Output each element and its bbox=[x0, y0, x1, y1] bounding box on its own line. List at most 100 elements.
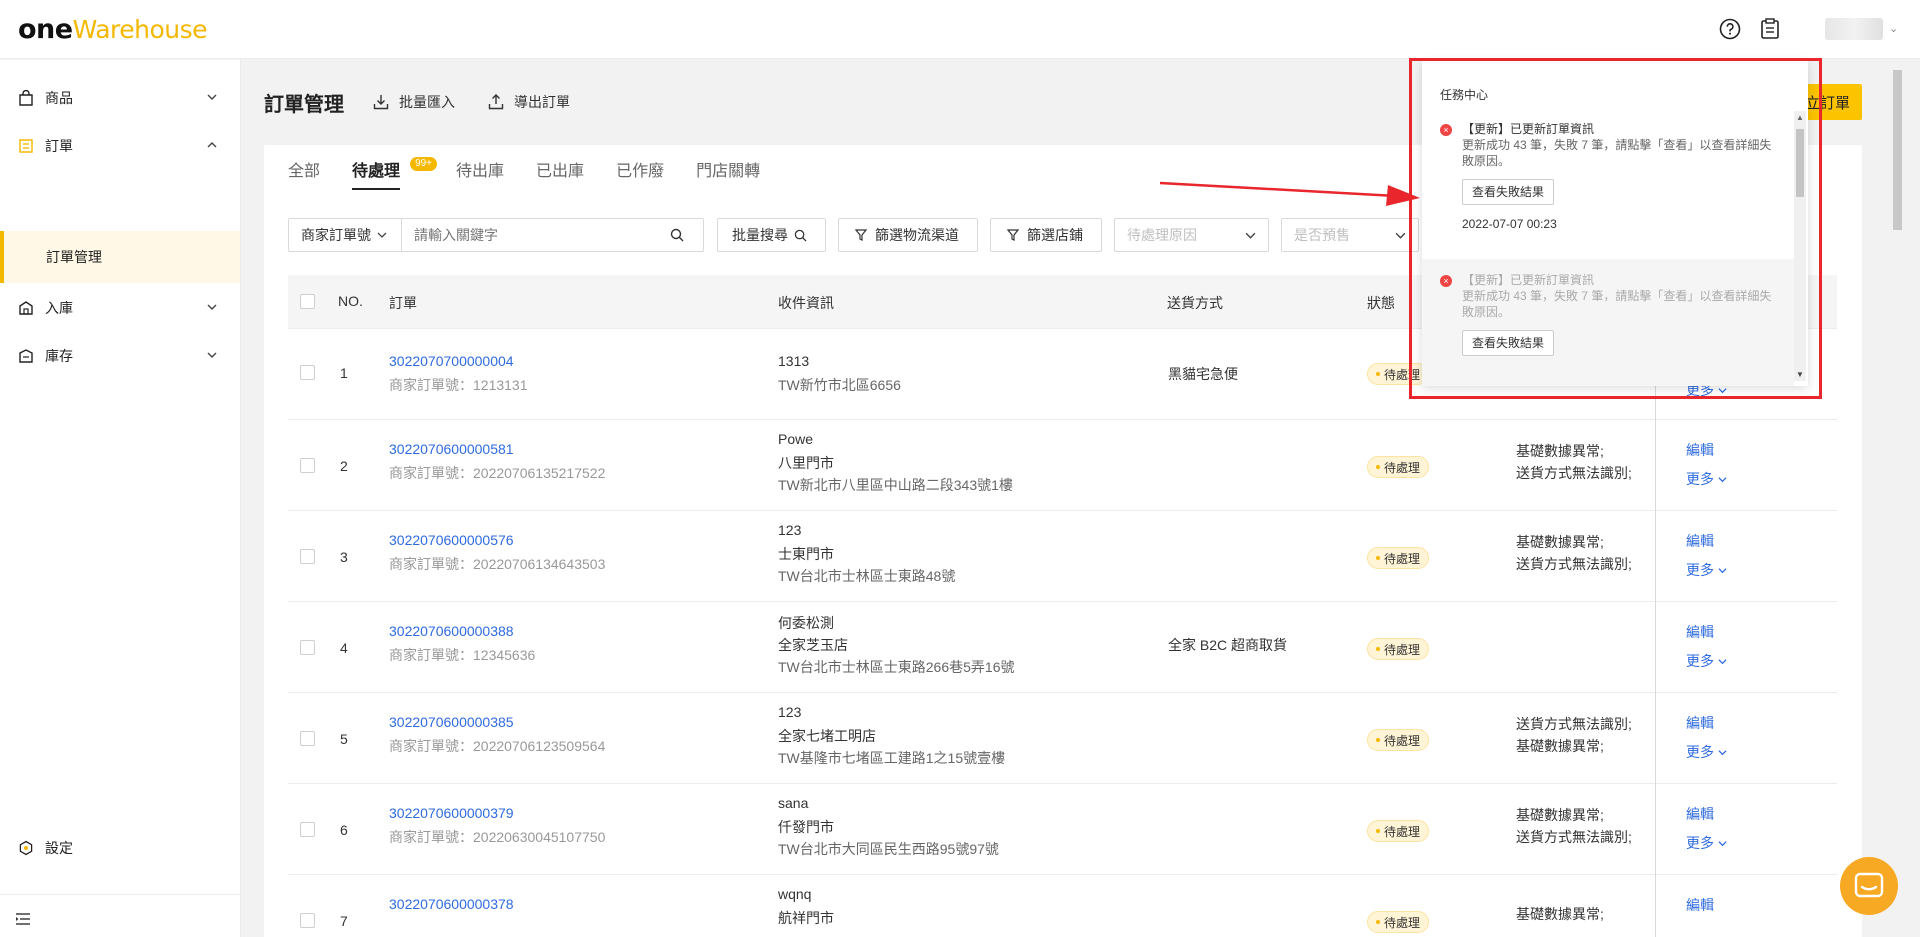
recipient-address: TW新竹市北區6656 bbox=[778, 377, 901, 393]
sidebar-item-inventory[interactable]: 庫存 bbox=[0, 334, 240, 378]
column-header-status: 狀態 bbox=[1367, 295, 1395, 311]
recipient-address: TW新北市八里區中山路二段343號1樓 bbox=[778, 477, 1013, 493]
table-row[interactable]: 3 3022070600000576 商家訂單號：202207061346435… bbox=[288, 511, 1837, 602]
select-all-checkbox[interactable] bbox=[300, 294, 315, 309]
top-header: oneWarehouse ⌄ bbox=[0, 0, 1920, 59]
chevron-down-icon bbox=[206, 300, 218, 316]
search-icon[interactable] bbox=[670, 228, 684, 242]
sidebar-item-products[interactable]: 商品 bbox=[0, 76, 240, 120]
sidebar-item-order-management[interactable]: 訂單管理 bbox=[0, 231, 240, 283]
app-logo[interactable]: oneWarehouse bbox=[18, 12, 208, 47]
edit-link[interactable]: 編輯 bbox=[1686, 440, 1714, 460]
table-row[interactable]: 4 3022070600000388 商家訂單號：12345636 何委松測 全… bbox=[288, 602, 1837, 693]
sidebar-item-inbound[interactable]: 入庫 bbox=[0, 286, 240, 330]
more-menu[interactable]: 更多 bbox=[1686, 469, 1727, 489]
chevron-down-icon bbox=[1718, 477, 1727, 483]
status-badge: 待處理 bbox=[1367, 638, 1430, 660]
merchant-order-no: 商家訂單號：20220706134643503 bbox=[389, 556, 606, 572]
bulk-import-button[interactable]: 批量匯入 bbox=[373, 92, 455, 112]
order-link[interactable]: 3022070700000004 bbox=[389, 353, 514, 369]
recipient-name: wqnq bbox=[778, 886, 812, 902]
divider bbox=[0, 894, 240, 895]
filter-icon bbox=[1007, 229, 1019, 241]
logistics-filter-button[interactable]: 篩選物流渠道 bbox=[838, 218, 978, 252]
tab-store-closed[interactable]: 門店關轉 bbox=[696, 160, 760, 190]
recipient-store: 八里門市 bbox=[778, 455, 834, 471]
collapse-menu-icon[interactable] bbox=[16, 912, 30, 928]
pending-reason: 送貨方式無法識別; bbox=[1516, 556, 1632, 572]
download-icon bbox=[373, 95, 389, 110]
table-row[interactable]: 2 3022070600000581 商家訂單號：202207061352175… bbox=[288, 420, 1837, 511]
edit-link[interactable]: 編輯 bbox=[1686, 622, 1714, 642]
chevron-up-icon bbox=[206, 138, 218, 154]
table-row[interactable]: 5 3022070600000385 商家訂單號：202207061235095… bbox=[288, 693, 1837, 784]
status-badge: 待處理 bbox=[1367, 456, 1430, 478]
tab-pending[interactable]: 待處理 99+ bbox=[352, 157, 438, 190]
table-row[interactable]: 6 3022070600000379 商家訂單號：202206300451077… bbox=[288, 784, 1837, 875]
scroll-thumb[interactable] bbox=[1893, 70, 1902, 230]
sidebar-item-orders[interactable]: 訂單 bbox=[0, 124, 240, 168]
recipient-name: 何委松測 bbox=[778, 615, 834, 631]
recipient-store: 仟發門市 bbox=[778, 819, 834, 835]
row-checkbox[interactable] bbox=[300, 365, 315, 380]
more-menu[interactable]: 更多 bbox=[1686, 651, 1727, 671]
edit-link[interactable]: 編輯 bbox=[1686, 895, 1714, 915]
merchant-order-no: 商家訂單號：20220630045107750 bbox=[389, 829, 606, 845]
edit-link[interactable]: 編輯 bbox=[1686, 531, 1714, 551]
status-badge: 待處理 bbox=[1367, 911, 1430, 933]
keyword-input[interactable] bbox=[402, 220, 662, 250]
store-filter-button[interactable]: 篩選店鋪 bbox=[990, 218, 1102, 252]
pending-reason: 基礎數據異常; bbox=[1516, 906, 1604, 922]
row-checkbox[interactable] bbox=[300, 549, 315, 564]
search-type-select[interactable]: 商家訂單號 bbox=[289, 219, 402, 251]
table-row[interactable]: 7 3022070600000378 wqnq 航祥門市 待處理 基礎數據異常;… bbox=[288, 875, 1837, 937]
recipient-name: 1313 bbox=[778, 353, 810, 369]
edit-link[interactable]: 編輯 bbox=[1686, 804, 1714, 824]
tab-shipped[interactable]: 已出庫 bbox=[536, 160, 584, 190]
chat-support-button[interactable] bbox=[1840, 857, 1898, 915]
status-badge: 待處理 bbox=[1367, 547, 1430, 569]
sidebar-item-settings[interactable]: 設定 bbox=[0, 826, 240, 870]
export-orders-button[interactable]: 導出訂單 bbox=[488, 92, 570, 112]
pending-reason: 送貨方式無法識別; bbox=[1516, 716, 1632, 732]
more-menu[interactable]: 更多 bbox=[1686, 833, 1727, 853]
order-link[interactable]: 3022070600000581 bbox=[389, 441, 514, 457]
recipient-address: TW基隆市七堵區工建路1之15號壹樓 bbox=[778, 750, 1006, 766]
row-checkbox[interactable] bbox=[300, 458, 315, 473]
column-header-shipping: 送貨方式 bbox=[1167, 295, 1223, 311]
more-menu[interactable]: 更多 bbox=[1686, 560, 1727, 580]
recipient-store: 航祥門市 bbox=[778, 910, 834, 926]
user-account[interactable] bbox=[1825, 18, 1883, 40]
chat-icon bbox=[1854, 872, 1884, 898]
row-checkbox[interactable] bbox=[300, 731, 315, 746]
order-link[interactable]: 3022070600000385 bbox=[389, 714, 514, 730]
row-checkbox[interactable] bbox=[300, 640, 315, 655]
order-link[interactable]: 3022070600000379 bbox=[389, 805, 514, 821]
pending-reason-select[interactable]: 待處理原因 bbox=[1114, 218, 1269, 252]
chevron-down-icon bbox=[1395, 232, 1406, 239]
page-scrollbar[interactable] bbox=[1891, 60, 1905, 920]
chevron-down-icon[interactable]: ⌄ bbox=[1889, 22, 1898, 35]
more-menu[interactable]: 更多 bbox=[1686, 742, 1727, 762]
tab-all[interactable]: 全部 bbox=[288, 160, 320, 190]
help-icon[interactable] bbox=[1717, 16, 1743, 42]
column-header-order: 訂單 bbox=[389, 295, 417, 311]
order-link[interactable]: 3022070600000388 bbox=[389, 623, 514, 639]
tab-awaiting-shipment[interactable]: 待出庫 bbox=[456, 160, 504, 190]
chevron-down-icon bbox=[1718, 568, 1727, 574]
tab-voided[interactable]: 已作廢 bbox=[616, 160, 664, 190]
bag-icon bbox=[17, 89, 35, 107]
row-checkbox[interactable] bbox=[300, 913, 315, 928]
order-link[interactable]: 3022070600000378 bbox=[389, 896, 514, 912]
status-badge: 待處理 bbox=[1367, 820, 1430, 842]
filter-icon bbox=[855, 229, 867, 241]
edit-link[interactable]: 編輯 bbox=[1686, 713, 1714, 733]
row-checkbox[interactable] bbox=[300, 822, 315, 837]
recipient-name: 123 bbox=[778, 522, 802, 538]
inbound-icon bbox=[17, 299, 35, 317]
order-icon bbox=[17, 137, 35, 155]
order-link[interactable]: 3022070600000576 bbox=[389, 532, 514, 548]
task-list-icon[interactable] bbox=[1757, 16, 1783, 42]
presale-select[interactable]: 是否預售 bbox=[1281, 218, 1419, 252]
batch-search-button[interactable]: 批量搜尋 bbox=[717, 218, 826, 252]
